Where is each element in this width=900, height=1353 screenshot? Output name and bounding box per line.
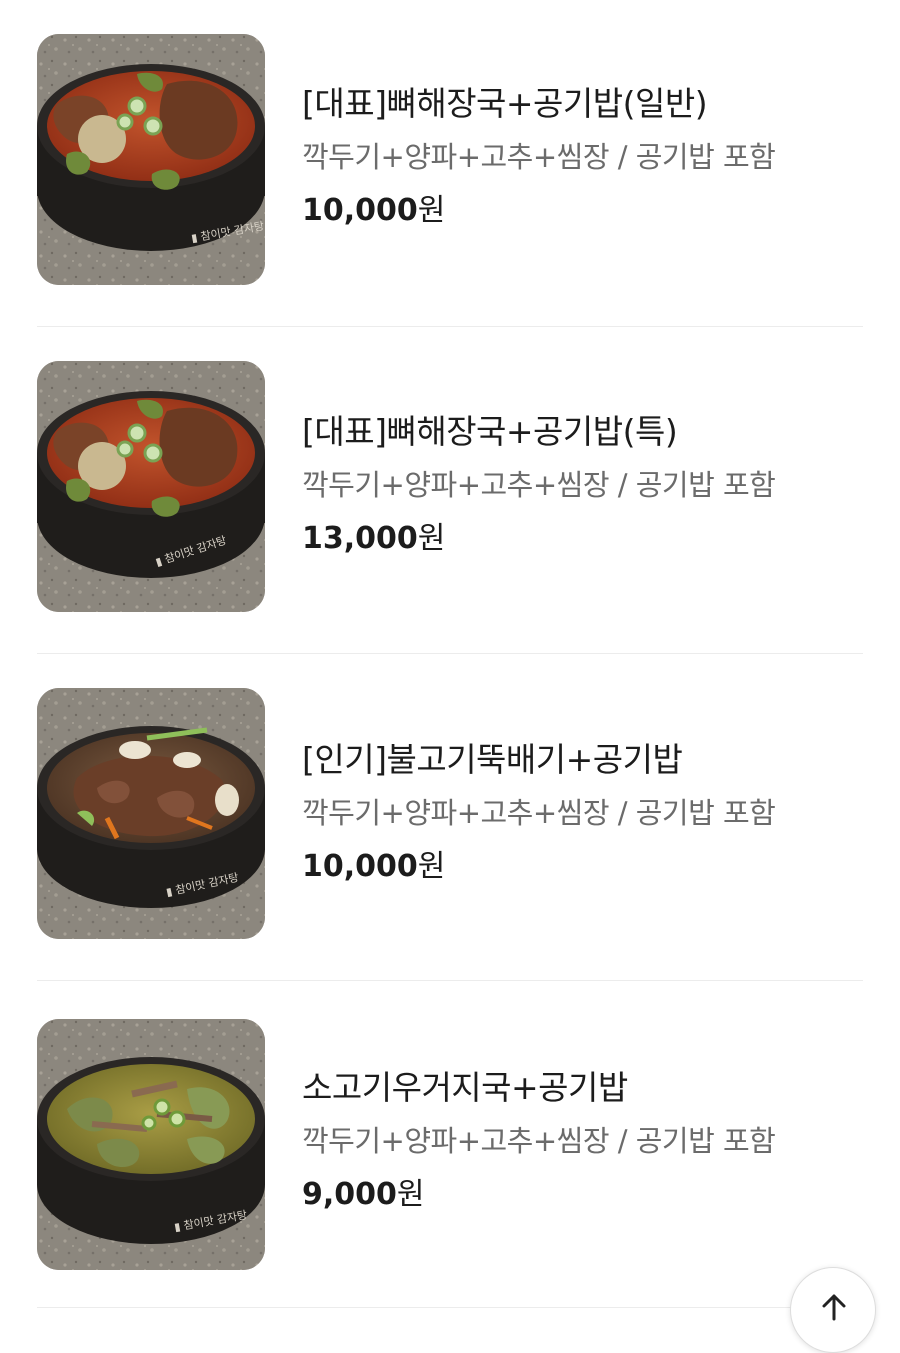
menu-item[interactable]: ▮ 참이맛 감자탕 [대표]뼈해장국+공기밥(특) 깍두기+양파+고추+씸장 /… bbox=[37, 327, 863, 654]
menu-item-price: 10,000원 bbox=[302, 848, 863, 886]
bone-hangover-soup-photo: ▮ 참이맛 감자탕 bbox=[37, 361, 265, 612]
menu-item-info: [대표]뼈해장국+공기밥(일반) 깍두기+양파+고추+씸장 / 공기밥 포함 1… bbox=[302, 84, 863, 230]
menu-item-description: 깍두기+양파+고추+씸장 / 공기밥 포함 bbox=[302, 140, 776, 174]
menu-item-price: 9,000원 bbox=[302, 1176, 863, 1214]
menu-item-name: [대표]뼈해장국+공기밥(일반) bbox=[302, 84, 708, 123]
menu-item-name: [대표]뼈해장국+공기밥(특) bbox=[302, 412, 678, 451]
price-currency: 원 bbox=[396, 1177, 425, 1212]
menu-item-price: 10,000원 bbox=[302, 192, 863, 230]
menu-item[interactable]: ▮ 참이맛 감자탕 소고기우거지국+공기밥 깍두기+양파+고추+씸장 / 공기밥… bbox=[37, 981, 863, 1308]
scroll-top-button[interactable] bbox=[790, 1267, 876, 1353]
menu-item-name: 소고기우거지국+공기밥 bbox=[302, 1068, 628, 1107]
price-currency: 원 bbox=[417, 849, 446, 884]
menu-item-info: 소고기우거지국+공기밥 깍두기+양파+고추+씸장 / 공기밥 포함 9,000원 bbox=[302, 1068, 863, 1214]
price-value: 9,000 bbox=[302, 1177, 397, 1212]
menu-item-price: 13,000원 bbox=[302, 520, 863, 558]
menu-item[interactable]: ▮ 참이맛 감자탕 [인기]불고기뚝배기+공기밥 깍두기+양파+고추+씸장 / … bbox=[37, 654, 863, 981]
menu-item-description: 깍두기+양파+고추+씸장 / 공기밥 포함 bbox=[302, 796, 776, 830]
price-currency: 원 bbox=[417, 521, 446, 556]
bone-hangover-soup-photo: ▮ 참이맛 감자탕 bbox=[37, 34, 265, 285]
menu-item-name: [인기]불고기뚝배기+공기밥 bbox=[302, 740, 683, 779]
price-value: 13,000 bbox=[302, 521, 418, 556]
beef-cabbage-soup-photo: ▮ 참이맛 감자탕 bbox=[37, 1019, 265, 1270]
menu-item-description: 깍두기+양파+고추+씸장 / 공기밥 포함 bbox=[302, 468, 776, 502]
menu-item-info: [대표]뼈해장국+공기밥(특) 깍두기+양파+고추+씸장 / 공기밥 포함 13… bbox=[302, 412, 863, 558]
menu-list: ▮ 참이맛 감자탕 [대표]뼈해장국+공기밥(일반) 깍두기+양파+고추+씸장 … bbox=[37, 0, 863, 1308]
price-value: 10,000 bbox=[302, 193, 418, 228]
price-value: 10,000 bbox=[302, 849, 418, 884]
menu-item[interactable]: ▮ 참이맛 감자탕 [대표]뼈해장국+공기밥(일반) 깍두기+양파+고추+씸장 … bbox=[37, 0, 863, 327]
bulgogi-hotpot-photo: ▮ 참이맛 감자탕 bbox=[37, 688, 265, 939]
menu-item-info: [인기]불고기뚝배기+공기밥 깍두기+양파+고추+씸장 / 공기밥 포함 10,… bbox=[302, 740, 863, 886]
price-currency: 원 bbox=[417, 193, 446, 228]
arrow-up-icon bbox=[822, 1294, 846, 1321]
menu-item-description: 깍두기+양파+고추+씸장 / 공기밥 포함 bbox=[302, 1124, 776, 1158]
